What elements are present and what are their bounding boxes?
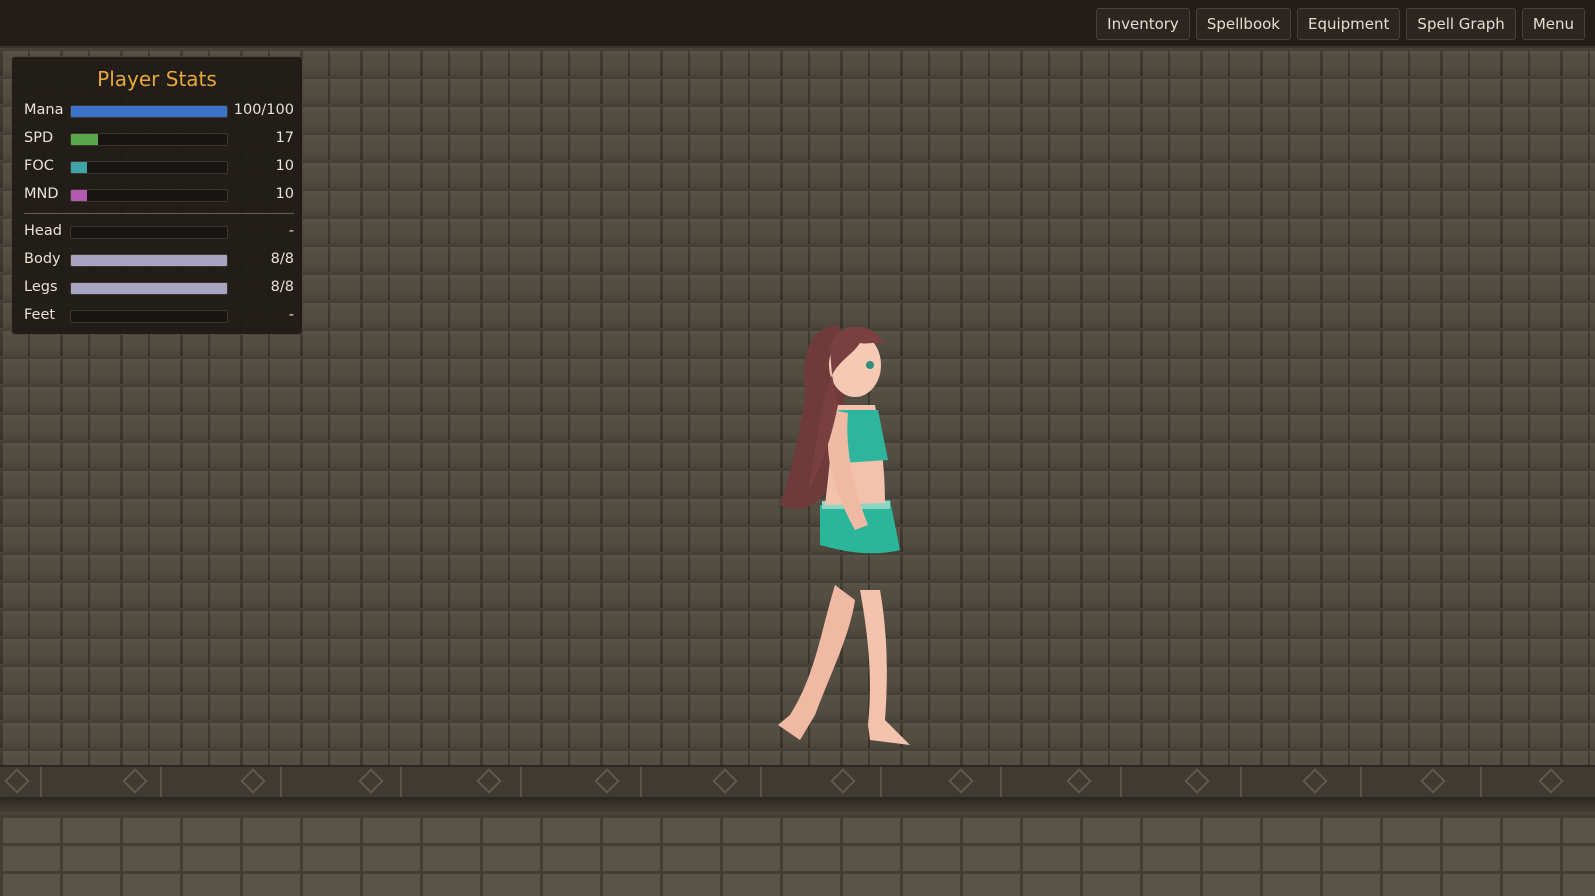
head-durability-bar <box>70 226 228 239</box>
stat-value: 17 <box>275 130 294 146</box>
top-bar: Inventory Spellbook Equipment Spell Grap… <box>0 0 1595 48</box>
stat-label: Body <box>24 251 61 267</box>
stats-title: Player Stats <box>97 67 217 91</box>
spell-graph-button[interactable]: Spell Graph <box>1406 8 1516 40</box>
stat-row-mnd: MND 10 <box>24 185 294 205</box>
stat-label: MND <box>24 186 59 202</box>
spellbook-button[interactable]: Spellbook <box>1195 8 1291 40</box>
stat-value: 100/100 <box>233 102 294 118</box>
stat-label: Mana <box>24 102 64 118</box>
stat-label: Head <box>24 223 62 239</box>
stat-row-spd: SPD 17 <box>24 129 294 149</box>
lower-stone-wall <box>0 815 1595 896</box>
floor-trim <box>0 765 1595 799</box>
trim-diamond <box>948 768 974 794</box>
equip-row-feet: Feet - <box>24 306 294 326</box>
trim-diamond <box>1538 768 1564 794</box>
trim-diamond <box>594 768 620 794</box>
stat-value: 8/8 <box>270 279 294 295</box>
equipment-button[interactable]: Equipment <box>1296 8 1401 40</box>
stat-label: FOC <box>24 158 54 174</box>
trim-diamond <box>476 768 502 794</box>
legs-durability-bar <box>70 282 228 295</box>
trim-diamond <box>1420 768 1446 794</box>
trim-diamond <box>358 768 384 794</box>
trim-diamond <box>4 768 30 794</box>
equip-row-body: Body 8/8 <box>24 250 294 270</box>
mnd-bar <box>70 189 228 202</box>
stat-row-mana: Mana 100/100 <box>24 101 294 121</box>
player-stats-panel: Player Stats Mana 100/100 SPD 17 FOC 10 … <box>11 56 303 335</box>
player-character <box>778 325 910 745</box>
trim-diamond <box>1066 768 1092 794</box>
spd-bar <box>70 133 228 146</box>
stat-label: SPD <box>24 130 54 146</box>
top-nav: Inventory Spellbook Equipment Spell Grap… <box>1096 8 1585 40</box>
trim-diamond <box>830 768 856 794</box>
trim-diamond <box>122 768 148 794</box>
menu-button[interactable]: Menu <box>1521 8 1585 40</box>
foc-bar <box>70 161 228 174</box>
body-durability-bar <box>70 254 228 267</box>
feet-durability-bar <box>70 310 228 323</box>
stat-value: 8/8 <box>270 251 294 267</box>
floor-ledge <box>0 797 1595 815</box>
stat-value: - <box>288 307 294 323</box>
equip-row-head: Head - <box>24 222 294 242</box>
equip-row-legs: Legs 8/8 <box>24 278 294 298</box>
trim-diamond <box>1302 768 1328 794</box>
trim-diamond <box>1184 768 1210 794</box>
stat-row-foc: FOC 10 <box>24 157 294 177</box>
stat-value: 10 <box>275 186 294 202</box>
stat-value: - <box>288 223 294 239</box>
stat-value: 10 <box>275 158 294 174</box>
trim-diamond <box>712 768 738 794</box>
stats-divider <box>24 213 294 214</box>
stat-label: Legs <box>24 279 58 295</box>
trim-diamond <box>240 768 266 794</box>
stat-label: Feet <box>24 307 56 323</box>
inventory-button[interactable]: Inventory <box>1096 8 1190 40</box>
mana-bar <box>70 105 228 118</box>
